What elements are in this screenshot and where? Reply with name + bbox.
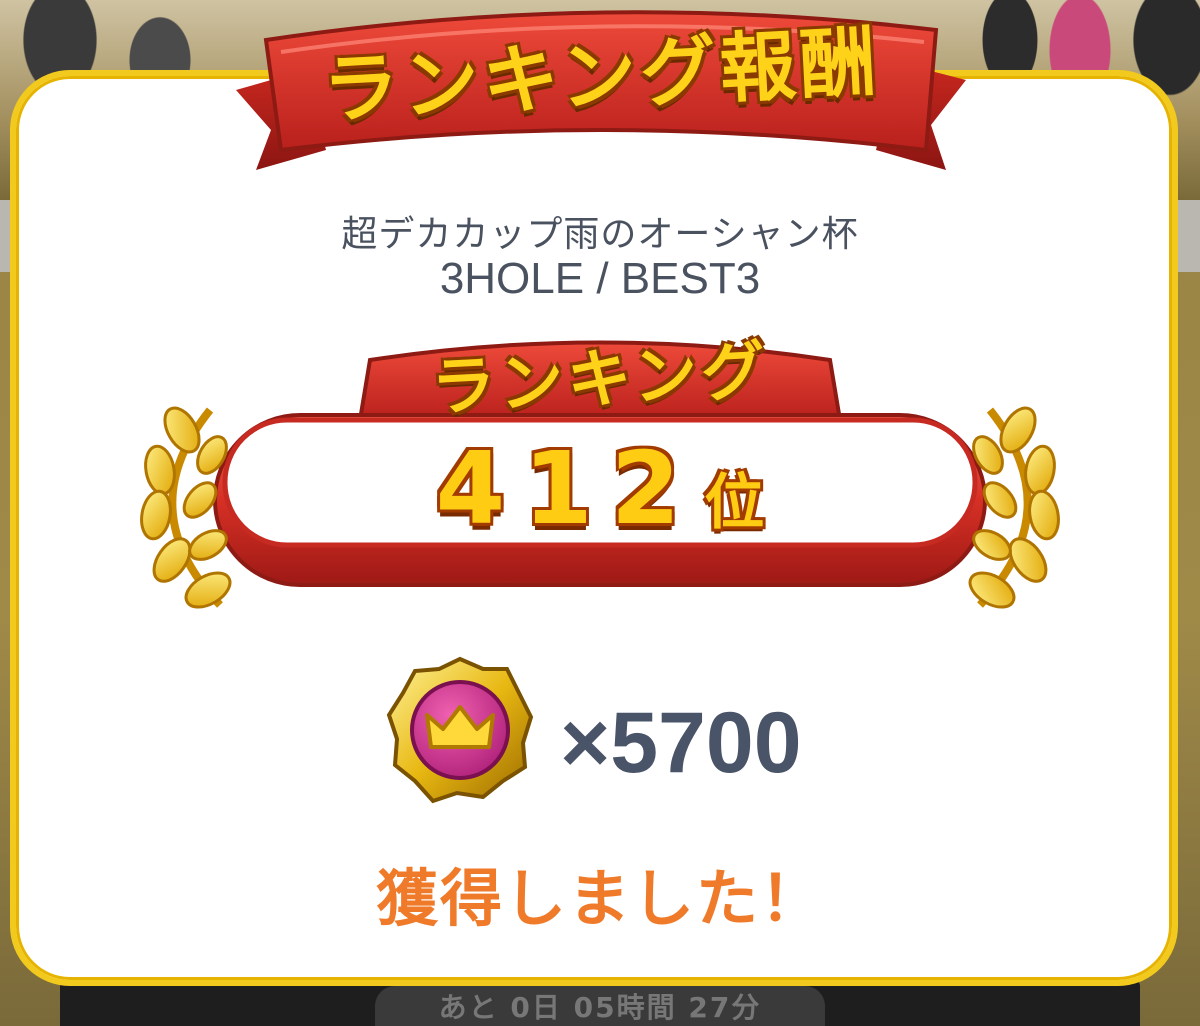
- reward-count: ×5700: [560, 695, 802, 791]
- ranking-plaque: ランキング 412 位: [120, 320, 1080, 620]
- remaining-time-label: あと 0日 05時間 27分: [375, 986, 825, 1026]
- rank-number: 412: [435, 430, 699, 547]
- rank-value: 412 位: [120, 430, 1080, 547]
- crown-medal-icon: [385, 655, 535, 805]
- event-name: 超デカカップ雨のオーシャン杯: [341, 214, 859, 255]
- acquired-message: 獲得しました！: [375, 862, 824, 935]
- rank-suffix: 位: [704, 468, 765, 538]
- event-detail: 3HOLE / BEST3: [439, 254, 761, 303]
- title-ribbon-banner: ランキング報酬: [236, 0, 966, 190]
